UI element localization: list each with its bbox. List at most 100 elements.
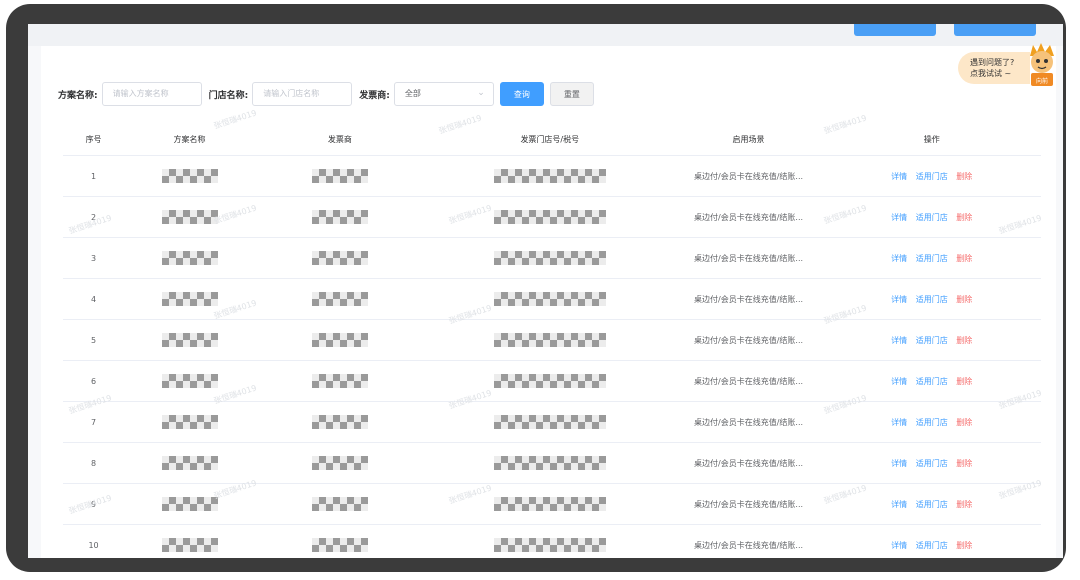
applicable-stores-link[interactable]: 适用门店 [916,459,948,468]
detail-link[interactable]: 详情 [891,254,907,263]
redacted-issuer [311,210,368,224]
help-line-1: 遇到问题了? [970,58,1015,67]
store-name-label: 门店名称: [208,90,249,101]
delete-link[interactable]: 删除 [956,295,972,304]
row-scene: 桌边付/会员卡在线充值/结账... [674,442,823,484]
row-actions: 详情 适用门店 删除 [822,483,1041,525]
row-tax-id [424,155,675,197]
row-issuer [254,237,425,279]
row-index: 9 [63,483,125,525]
redacted-issuer [311,169,368,183]
row-scene: 桌边付/会员卡在线充值/结账... [674,237,823,279]
redacted-tax-id [493,169,606,183]
table-row: 7 桌边付/会员卡在线充值/结账... 详情 适用门店 删除 [63,401,1041,443]
row-plan-name [124,319,255,361]
delete-link[interactable]: 删除 [956,459,972,468]
store-name-input[interactable]: 请输入门店名称 [252,82,353,106]
delete-link[interactable]: 删除 [956,541,972,550]
detail-link[interactable]: 详情 [891,459,907,468]
applicable-stores-link[interactable]: 适用门店 [916,336,948,345]
row-actions: 详情 适用门店 删除 [822,401,1041,443]
detail-link[interactable]: 详情 [891,172,907,181]
reset-button[interactable]: 重置 [549,82,594,106]
redacted-plan-name [161,292,218,306]
applicable-stores-link[interactable]: 适用门店 [916,172,948,181]
applicable-stores-link[interactable]: 适用门店 [916,418,948,427]
row-scene: 桌边付/会员卡在线充值/结账... [674,155,823,197]
plan-table: 序号 方案名称 发票商 发票门店号/税号 启用场景 操作 1 桌边付/会员卡在线… [63,123,1041,558]
row-tax-id [424,360,675,402]
redacted-tax-id [493,292,606,306]
device-frame: 方案名称: 请输入方案名称 门店名称: 请输入门店名称 发票商: 全部 ⌄ 查询… [6,4,1066,572]
row-tax-id [424,442,675,484]
detail-link[interactable]: 详情 [891,541,907,550]
delete-link[interactable]: 删除 [956,500,972,509]
table-row: 2 桌边付/会员卡在线充值/结账... 详情 适用门店 删除 [63,196,1041,238]
redacted-plan-name [161,497,218,511]
table-row: 3 桌边付/会员卡在线充值/结账... 详情 适用门店 删除 [63,237,1041,279]
redacted-tax-id [493,497,606,511]
applicable-stores-link[interactable]: 适用门店 [916,213,948,222]
delete-link[interactable]: 删除 [956,213,972,222]
col-plan-name-header: 方案名称 [124,123,255,156]
row-issuer [254,401,425,443]
redacted-plan-name [161,538,218,552]
detail-link[interactable]: 详情 [891,213,907,222]
redacted-plan-name [161,169,218,183]
detail-link[interactable]: 详情 [891,336,907,345]
row-actions: 详情 适用门店 删除 [822,442,1041,484]
plan-name-input[interactable]: 请输入方案名称 [101,82,202,106]
row-index: 5 [63,319,125,361]
chevron-down-icon: ⌄ [477,88,485,98]
row-index: 4 [63,278,125,320]
row-plan-name [124,237,255,279]
row-tax-id [424,278,675,320]
row-tax-id [424,237,675,279]
delete-link[interactable]: 删除 [956,172,972,181]
row-index: 3 [63,237,125,279]
top-action-button-2[interactable] [954,24,1036,36]
row-index: 6 [63,360,125,402]
detail-link[interactable]: 详情 [891,377,907,386]
delete-link[interactable]: 删除 [956,254,972,263]
filter-bar: 方案名称: 请输入方案名称 门店名称: 请输入门店名称 发票商: 全部 ⌄ 查询… [58,82,594,106]
row-scene: 桌边付/会员卡在线充值/结账... [674,278,823,320]
row-plan-name [124,278,255,320]
row-scene: 桌边付/会员卡在线充值/结账... [674,196,823,238]
redacted-plan-name [161,374,218,388]
detail-link[interactable]: 详情 [891,418,907,427]
row-scene: 桌边付/会员卡在线充值/结账... [674,319,823,361]
app-screen: 方案名称: 请输入方案名称 门店名称: 请输入门店名称 发票商: 全部 ⌄ 查询… [28,24,1063,558]
row-issuer [254,196,425,238]
row-scene: 桌边付/会员卡在线充值/结账... [674,360,823,402]
applicable-stores-link[interactable]: 适用门店 [916,295,948,304]
query-button[interactable]: 查询 [499,82,544,106]
top-action-button-1[interactable] [854,24,936,36]
help-bubble[interactable]: 遇到问题了? 点我试试 ~ [958,52,1030,84]
row-scene: 桌边付/会员卡在线充值/结账... [674,524,823,558]
applicable-stores-link[interactable]: 适用门店 [916,254,948,263]
row-issuer [254,483,425,525]
col-actions-header: 操作 [822,123,1041,156]
row-index: 1 [63,155,125,197]
row-plan-name [124,524,255,558]
delete-link[interactable]: 删除 [956,418,972,427]
applicable-stores-link[interactable]: 适用门店 [916,541,948,550]
redacted-tax-id [493,456,606,470]
help-widget[interactable]: 遇到问题了? 点我试试 ~ 向前 [958,43,1058,90]
row-actions: 详情 适用门店 删除 [822,319,1041,361]
delete-link[interactable]: 删除 [956,336,972,345]
table-row: 6 桌边付/会员卡在线充值/结账... 详情 适用门店 删除 [63,360,1041,402]
issuer-select[interactable]: 全部 ⌄ [393,82,494,106]
delete-link[interactable]: 删除 [956,377,972,386]
table-row: 1 桌边付/会员卡在线充值/结账... 详情 适用门店 删除 [63,155,1041,197]
detail-link[interactable]: 详情 [891,295,907,304]
top-strip [28,24,1063,46]
row-issuer [254,360,425,402]
applicable-stores-link[interactable]: 适用门店 [916,500,948,509]
row-index: 10 [63,524,125,558]
detail-link[interactable]: 详情 [891,500,907,509]
mascot-icon[interactable]: 向前 [1026,42,1058,88]
row-tax-id [424,196,675,238]
applicable-stores-link[interactable]: 适用门店 [916,377,948,386]
